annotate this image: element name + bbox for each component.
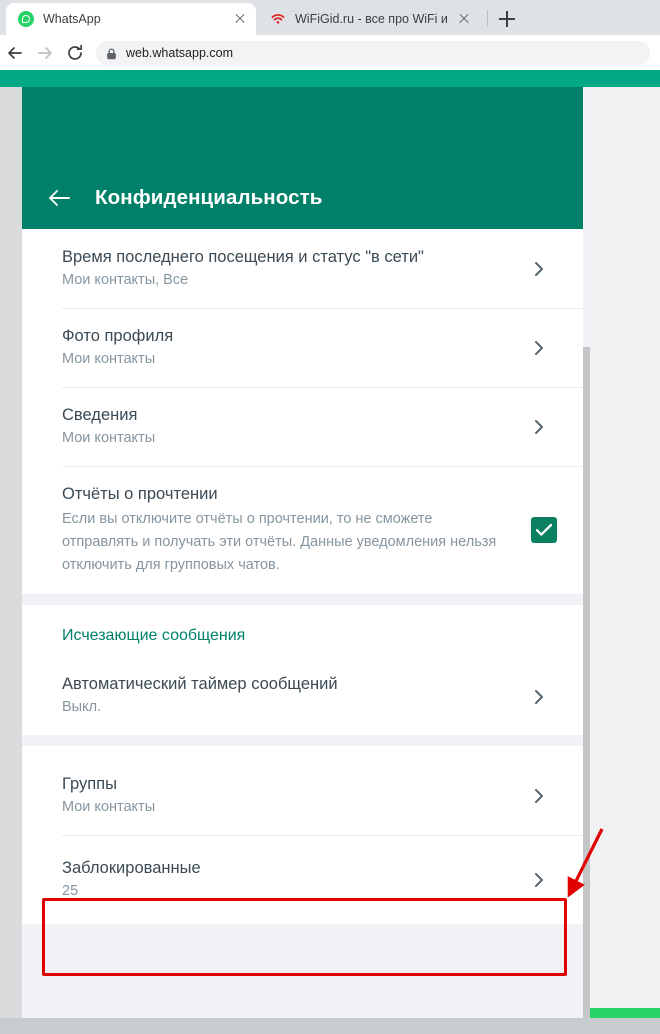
- bottom-green-accent: [590, 1008, 660, 1018]
- chevron-right-icon: [531, 419, 547, 435]
- reload-icon[interactable]: [60, 38, 90, 68]
- screenshot-root: WhatsApp WiFiGid.ru - все про WiFi и бес…: [0, 0, 660, 1034]
- url-text: web.whatsapp.com: [126, 45, 234, 60]
- settings-list: Время последнего посещения и статус "в с…: [22, 229, 583, 1018]
- wifi-icon: [270, 11, 286, 27]
- row-groups[interactable]: Группы Мои контакты: [22, 756, 583, 835]
- row-subtitle: Мои контакты, Все: [62, 272, 189, 288]
- back-arrow-icon[interactable]: [46, 185, 72, 211]
- row-read-receipts[interactable]: Отчёты о прочтении Если вы отключите отч…: [22, 466, 583, 594]
- address-bar[interactable]: web.whatsapp.com: [96, 40, 650, 65]
- section-gap: [22, 924, 583, 935]
- read-receipts-checkbox[interactable]: [531, 517, 557, 543]
- whatsapp-top-band: [0, 70, 660, 87]
- panel-header: Конфиденциальность: [22, 87, 583, 229]
- browser-toolbar: web.whatsapp.com: [0, 35, 660, 70]
- chat-area-placeholder: [590, 87, 660, 1018]
- chevron-right-icon: [531, 689, 547, 705]
- row-blocked-contacts[interactable]: Заблокированные 25: [22, 835, 583, 924]
- row-about[interactable]: Сведения Мои контакты: [22, 387, 583, 466]
- browser-chrome: WhatsApp WiFiGid.ru - все про WiFi и бес…: [0, 0, 660, 70]
- panel-scrollbar-thumb[interactable]: [583, 347, 590, 1018]
- row-title: Заблокированные: [62, 859, 201, 877]
- row-title: Сведения: [62, 406, 138, 424]
- tab-title: WiFiGid.ru - все про WiFi и бесп: [295, 12, 450, 26]
- settings-group-disappearing: Исчезающие сообщения Автоматический тайм…: [22, 605, 583, 735]
- row-subtitle: Выкл.: [62, 699, 102, 715]
- row-subtitle: 25: [62, 883, 79, 899]
- page-title: Конфиденциальность: [95, 186, 323, 209]
- forward-arrow-icon[interactable]: [30, 38, 60, 68]
- tab-whatsapp[interactable]: WhatsApp: [6, 3, 256, 35]
- privacy-panel: Конфиденциальность Время последнего посе…: [22, 87, 583, 1018]
- whatsapp-icon: [18, 11, 34, 27]
- close-icon[interactable]: [232, 11, 248, 27]
- row-title: Фото профиля: [62, 327, 174, 345]
- settings-group-3: Группы Мои контакты Заблокированные 25: [22, 746, 583, 924]
- section-gap: [22, 735, 583, 746]
- back-arrow-icon[interactable]: [0, 38, 30, 68]
- chevron-right-icon: [531, 340, 547, 356]
- tab-strip: WhatsApp WiFiGid.ru - все про WiFi и бес…: [0, 0, 660, 35]
- row-last-seen[interactable]: Время последнего посещения и статус "в с…: [22, 229, 583, 308]
- tab-wifigid[interactable]: WiFiGid.ru - все про WiFi и бесп: [258, 3, 480, 35]
- new-tab-button[interactable]: [496, 8, 518, 30]
- row-profile-photo[interactable]: Фото профиля Мои контакты: [22, 308, 583, 387]
- row-default-message-timer[interactable]: Автоматический таймер сообщений Выкл.: [22, 659, 583, 735]
- row-subtitle: Мои контакты: [62, 430, 156, 446]
- whatsapp-app-frame: Конфиденциальность Время последнего посе…: [0, 87, 590, 1018]
- chevron-right-icon: [531, 872, 547, 888]
- chevron-right-icon: [531, 261, 547, 277]
- row-title: Отчёты о прочтении: [62, 485, 218, 503]
- section-label-disappearing: Исчезающие сообщения: [22, 605, 583, 659]
- left-rail: [0, 87, 22, 1018]
- row-title: Группы: [62, 775, 117, 793]
- lock-icon: [106, 47, 117, 59]
- tab-title: WhatsApp: [43, 12, 101, 26]
- close-icon[interactable]: [456, 11, 472, 27]
- row-subtitle: Мои контакты: [62, 799, 156, 815]
- settings-group-1: Время последнего посещения и статус "в с…: [22, 229, 583, 594]
- chevron-right-icon: [531, 788, 547, 804]
- whatsapp-web-page: Конфиденциальность Время последнего посе…: [0, 70, 660, 1034]
- tab-separator: [487, 10, 488, 27]
- row-title: Автоматический таймер сообщений: [62, 675, 338, 693]
- row-description: Если вы отключите отчёты о прочтении, то…: [62, 511, 497, 573]
- page-bottom-strip: [0, 1018, 660, 1034]
- row-subtitle: Мои контакты: [62, 351, 156, 367]
- section-gap: [22, 594, 583, 605]
- row-title: Время последнего посещения и статус "в с…: [62, 248, 424, 266]
